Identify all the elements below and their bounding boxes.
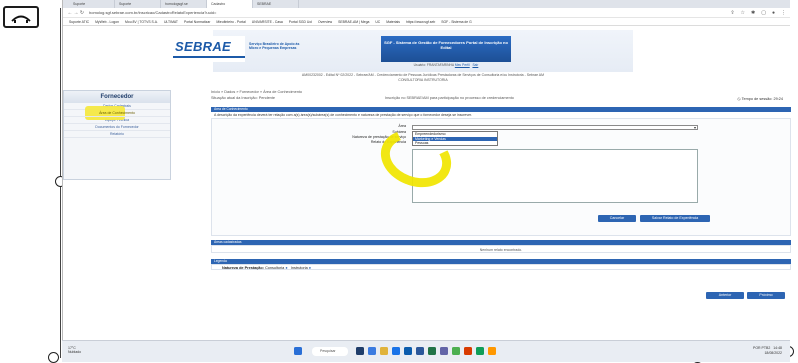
word-icon[interactable]: [416, 347, 424, 355]
section-header: Área de Conhecimento: [211, 107, 791, 112]
area-form: Área Subárea Natureza de prestação de se…: [211, 118, 791, 236]
bookmark[interactable]: MyWeb - Logon: [95, 20, 119, 24]
cancel-button[interactable]: Cancelar: [598, 215, 636, 222]
section-description: A descrição da experiência deverá ter re…: [214, 113, 472, 117]
weather-widget[interactable]: 17°C Nublado: [68, 346, 81, 354]
taskbar-search[interactable]: Pesquisar: [312, 347, 348, 356]
legend-instrutoria: Instrutoria: [290, 266, 308, 270]
excel-icon[interactable]: [428, 347, 436, 355]
address-bar: ← → ↻ homolog.sgf.sebrae.com.br/inscrica…: [63, 8, 790, 18]
address-bar-actions: ⇪ ☆ ✱ ▢ ● ⋮: [730, 10, 786, 16]
browser-tab[interactable]: homologsgf.se: [161, 0, 207, 8]
system-tray[interactable]: POR PTB2 14:48 18/08/2022: [753, 346, 782, 355]
status-row: Situação atual da Inscrição: Pendente In…: [211, 96, 791, 101]
edge-icon[interactable]: [392, 347, 400, 355]
inscription-text: Inscrição no SEBRAE/AM para participação…: [384, 96, 514, 100]
url-field[interactable]: homolog.sgf.sebrae.com.br/inscricao/Cada…: [89, 10, 289, 15]
powerpoint-icon[interactable]: [464, 347, 472, 355]
chevron-down-icon: ▾: [693, 125, 696, 130]
info-icon: ●: [308, 266, 312, 270]
sidebar-item-area-conhecimento[interactable]: Área de Conhecimento: [64, 110, 170, 117]
next-button[interactable]: Próximo: [747, 292, 785, 299]
bookmark[interactable]: UNIVARSITE - Casa: [252, 20, 283, 24]
user-info: Usuário: FRANTAFARINHA Meu Perfil Sair: [381, 63, 511, 67]
session-timer: ◷ Tempo de sessão: 29:24: [737, 97, 783, 101]
web-page: SEBRAE Serviço Brasileiro de Apoio às Mi…: [63, 26, 791, 340]
sidepanel-icon[interactable]: ▢: [761, 10, 766, 16]
area-select[interactable]: ▾: [412, 125, 698, 130]
subarea-label: Subárea: [392, 130, 406, 134]
sidebar-title: Fornecedor: [64, 91, 170, 103]
edital-title: AM00232002 - Edital Nº 02/2022 - Sebrae/…: [301, 73, 545, 82]
fornecedor-sidebar: Fornecedor Dados Cadastrais Área de Conh…: [63, 90, 171, 180]
browser-tab[interactable]: SEBRAE: [253, 0, 299, 8]
previous-button[interactable]: Anterior: [706, 292, 744, 299]
user-label: Usuário: FRANTAFARINHA: [413, 63, 454, 67]
start-icon[interactable]: [294, 347, 302, 355]
status-text: Situação atual da Inscrição: Pendente: [211, 96, 275, 100]
bookmark[interactable]: https://www.sgf.seb: [406, 20, 435, 24]
bookmark[interactable]: SGF - Sistema de G: [441, 20, 472, 24]
browser-window: Suporte Suporte homologsgf.se Cadastro S…: [62, 0, 791, 340]
bookmarks-bar: Suporte ATIC MyWeb - Logon Mou 8V | TOTV…: [63, 18, 790, 26]
browser-tab-strip: Suporte Suporte homologsgf.se Cadastro S…: [63, 0, 790, 8]
bookmark[interactable]: Suporte ATIC: [69, 20, 89, 24]
language-indicator: POR PTB2: [753, 346, 771, 350]
logout-link[interactable]: Sair: [472, 63, 478, 67]
annotation-left-margin: [0, 0, 56, 362]
no-results: Nenhum relato encontrado.: [211, 245, 791, 253]
presentation-icon: [11, 15, 31, 23]
extensions-icon[interactable]: ✱: [751, 10, 755, 16]
windows-taskbar: 17°C Nublado Pesquisar POR PTB2 14:48 18…: [62, 340, 790, 362]
save-relato-button[interactable]: Salvar Relato de Experiência: [640, 215, 710, 222]
share-icon[interactable]: ⇪: [730, 10, 734, 16]
app-icon-green[interactable]: [476, 347, 484, 355]
info-icon: ●: [285, 266, 288, 270]
bookmark[interactable]: SEBRAE-AM | Mega: [338, 20, 369, 24]
browser-tab[interactable]: Suporte: [69, 0, 115, 8]
main-content: Início » Dados » Fornecedor » Área de Co…: [211, 90, 791, 270]
resize-handle-bottom-left[interactable]: [48, 352, 59, 363]
app-icon-orange[interactable]: [488, 347, 496, 355]
app-icon[interactable]: [3, 6, 39, 28]
bookmark[interactable]: UC: [375, 20, 380, 24]
sebrae-logo[interactable]: SEBRAE: [173, 36, 245, 62]
menu-icon[interactable]: ⋮: [781, 10, 786, 16]
area-label: Área: [398, 124, 406, 128]
sidebar-item-documentos[interactable]: Documentos do Fornecedor: [64, 124, 170, 131]
bookmark[interactable]: Overview: [318, 20, 332, 24]
bookmark[interactable]: Portal Normatizar: [184, 20, 210, 24]
bookmark[interactable]: Mieufinteiro - Portal: [216, 20, 245, 24]
folder-icon[interactable]: [380, 347, 388, 355]
chrome-icon[interactable]: [452, 347, 460, 355]
star-icon[interactable]: ☆: [741, 10, 745, 16]
bookmark[interactable]: ULTIMAT: [164, 20, 178, 24]
bookmark[interactable]: Mou 8V | TOTVS S.A.: [125, 20, 158, 24]
legend-row: Natureza de Prestação: Consultoria ● Ins…: [211, 264, 791, 270]
sgf-title: SGF - Sistema de Gestão de Fornecedores …: [384, 40, 508, 50]
relato-textarea[interactable]: [412, 149, 698, 203]
bookmark[interactable]: Portal SGD Uol: [289, 20, 312, 24]
browser-tab-active[interactable]: Cadastro: [207, 0, 253, 8]
screenshot-frame: Suporte Suporte homologsgf.se Cadastro S…: [0, 0, 798, 363]
profile-icon[interactable]: ●: [772, 10, 775, 16]
natureza-label: Natureza de prestação de serviço: [352, 135, 406, 139]
breadcrumb: Início » Dados » Fornecedor » Área de Co…: [211, 90, 302, 94]
browser-tab[interactable]: Suporte: [115, 0, 161, 8]
clock-icon: ◷: [737, 97, 741, 101]
outlook-icon[interactable]: [404, 347, 412, 355]
bookmark[interactable]: Materiais: [386, 20, 400, 24]
app-icon-teams[interactable]: [440, 347, 448, 355]
legend-label: Natureza de Prestação:: [222, 266, 264, 270]
sidebar-item-relatorio[interactable]: Relatório: [64, 131, 170, 138]
task-view-icon[interactable]: [356, 347, 364, 355]
legend-consultoria: Consultoria: [265, 266, 285, 270]
reload-icon[interactable]: ↻: [79, 10, 85, 16]
logo-tagline: Serviço Brasileiro de Apoio às Micro e P…: [249, 42, 300, 50]
profile-link[interactable]: Meu Perfil: [455, 63, 470, 67]
sgf-title-box: SGF - Sistema de Gestão de Fornecedores …: [381, 36, 511, 62]
teams-icon[interactable]: [368, 347, 376, 355]
